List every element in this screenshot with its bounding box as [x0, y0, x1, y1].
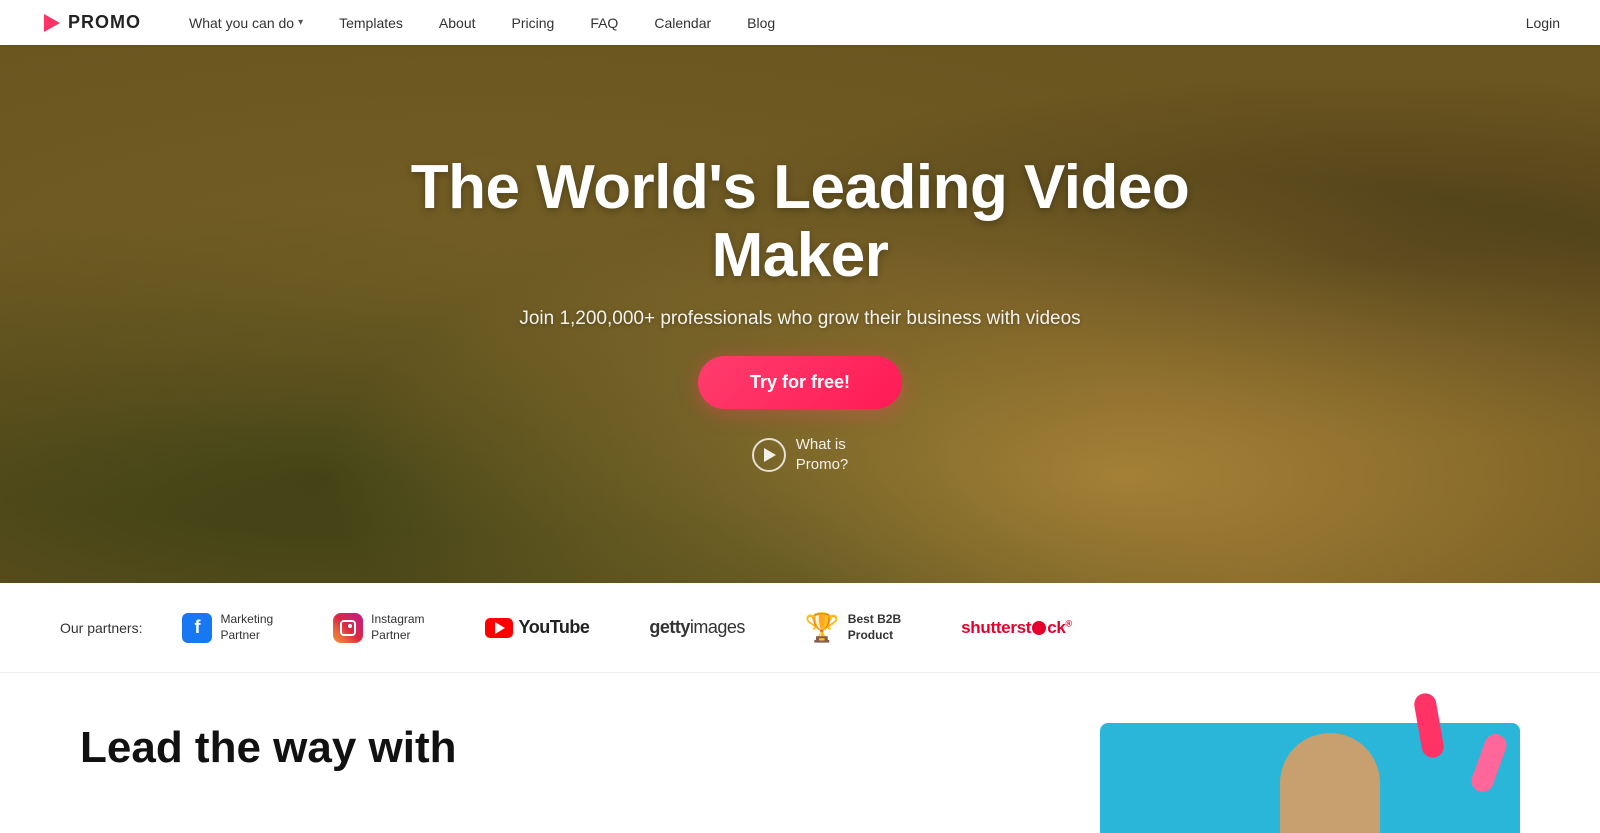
hero-section: The World's Leading Video Maker Join 1,2… — [0, 45, 1600, 583]
gettyimages-label: gettyimages — [649, 617, 745, 638]
nav-item-about[interactable]: About — [421, 0, 494, 45]
bottom-text-area: Lead the way with — [80, 723, 770, 774]
play-triangle-icon — [764, 448, 776, 462]
b2b-label: Best B2BProduct — [848, 612, 901, 643]
blue-video-preview — [1100, 723, 1520, 833]
facebook-icon: f — [182, 613, 212, 643]
navbar: PROMO What you can do ▾ Templates About … — [0, 0, 1600, 45]
trophy-icon: 🏆 — [805, 611, 840, 644]
instagram-label: InstagramPartner — [371, 612, 424, 643]
bottom-section: Lead the way with — [0, 673, 1600, 833]
nav-item-blog[interactable]: Blog — [729, 0, 793, 45]
what-is-promo-label: What isPromo? — [796, 435, 849, 474]
hero-title: The World's Leading Video Maker — [350, 154, 1250, 290]
shutterstock-label: shutterstck® — [961, 618, 1072, 638]
logo-icon — [40, 12, 62, 34]
partners-label: Our partners: — [60, 620, 142, 636]
hero-content: The World's Leading Video Maker Join 1,2… — [350, 154, 1250, 474]
partner-instagram: InstagramPartner — [333, 612, 424, 643]
bottom-heading: Lead the way with — [80, 723, 770, 774]
logo-text: PROMO — [68, 12, 141, 33]
instagram-icon — [333, 613, 363, 643]
partner-youtube: YouTube — [485, 617, 590, 638]
login-link[interactable]: Login — [1526, 15, 1560, 31]
youtube-label: YouTube — [519, 617, 590, 638]
bottom-right-visual — [830, 723, 1520, 833]
partner-facebook: f MarketingPartner — [182, 612, 273, 643]
nav-item-templates[interactable]: Templates — [321, 0, 421, 45]
play-circle-icon — [752, 438, 786, 472]
partner-gettyimages: gettyimages — [649, 617, 745, 638]
facebook-label: MarketingPartner — [220, 612, 273, 643]
nav-links: What you can do ▾ Templates About Pricin… — [171, 0, 1526, 45]
nav-item-what-you-can-do[interactable]: What you can do ▾ — [171, 0, 321, 45]
nav-item-pricing[interactable]: Pricing — [494, 0, 573, 45]
nav-item-calendar[interactable]: Calendar — [636, 0, 729, 45]
chevron-down-icon: ▾ — [298, 17, 303, 28]
try-for-free-button[interactable]: Try for free! — [698, 356, 902, 409]
logo[interactable]: PROMO — [40, 12, 141, 34]
nav-item-faq[interactable]: FAQ — [572, 0, 636, 45]
hero-subtitle: Join 1,200,000+ professionals who grow t… — [519, 308, 1080, 330]
youtube-icon — [485, 618, 513, 638]
partners-bar: Our partners: f MarketingPartner Instagr… — [0, 583, 1600, 673]
partners-list: f MarketingPartner InstagramPartner YouT… — [182, 611, 1540, 644]
what-is-promo-button[interactable]: What isPromo? — [752, 435, 849, 474]
partner-b2b: 🏆 Best B2BProduct — [805, 611, 901, 644]
partner-shutterstock: shutterstck® — [961, 618, 1072, 638]
person-avatar — [1280, 733, 1380, 833]
